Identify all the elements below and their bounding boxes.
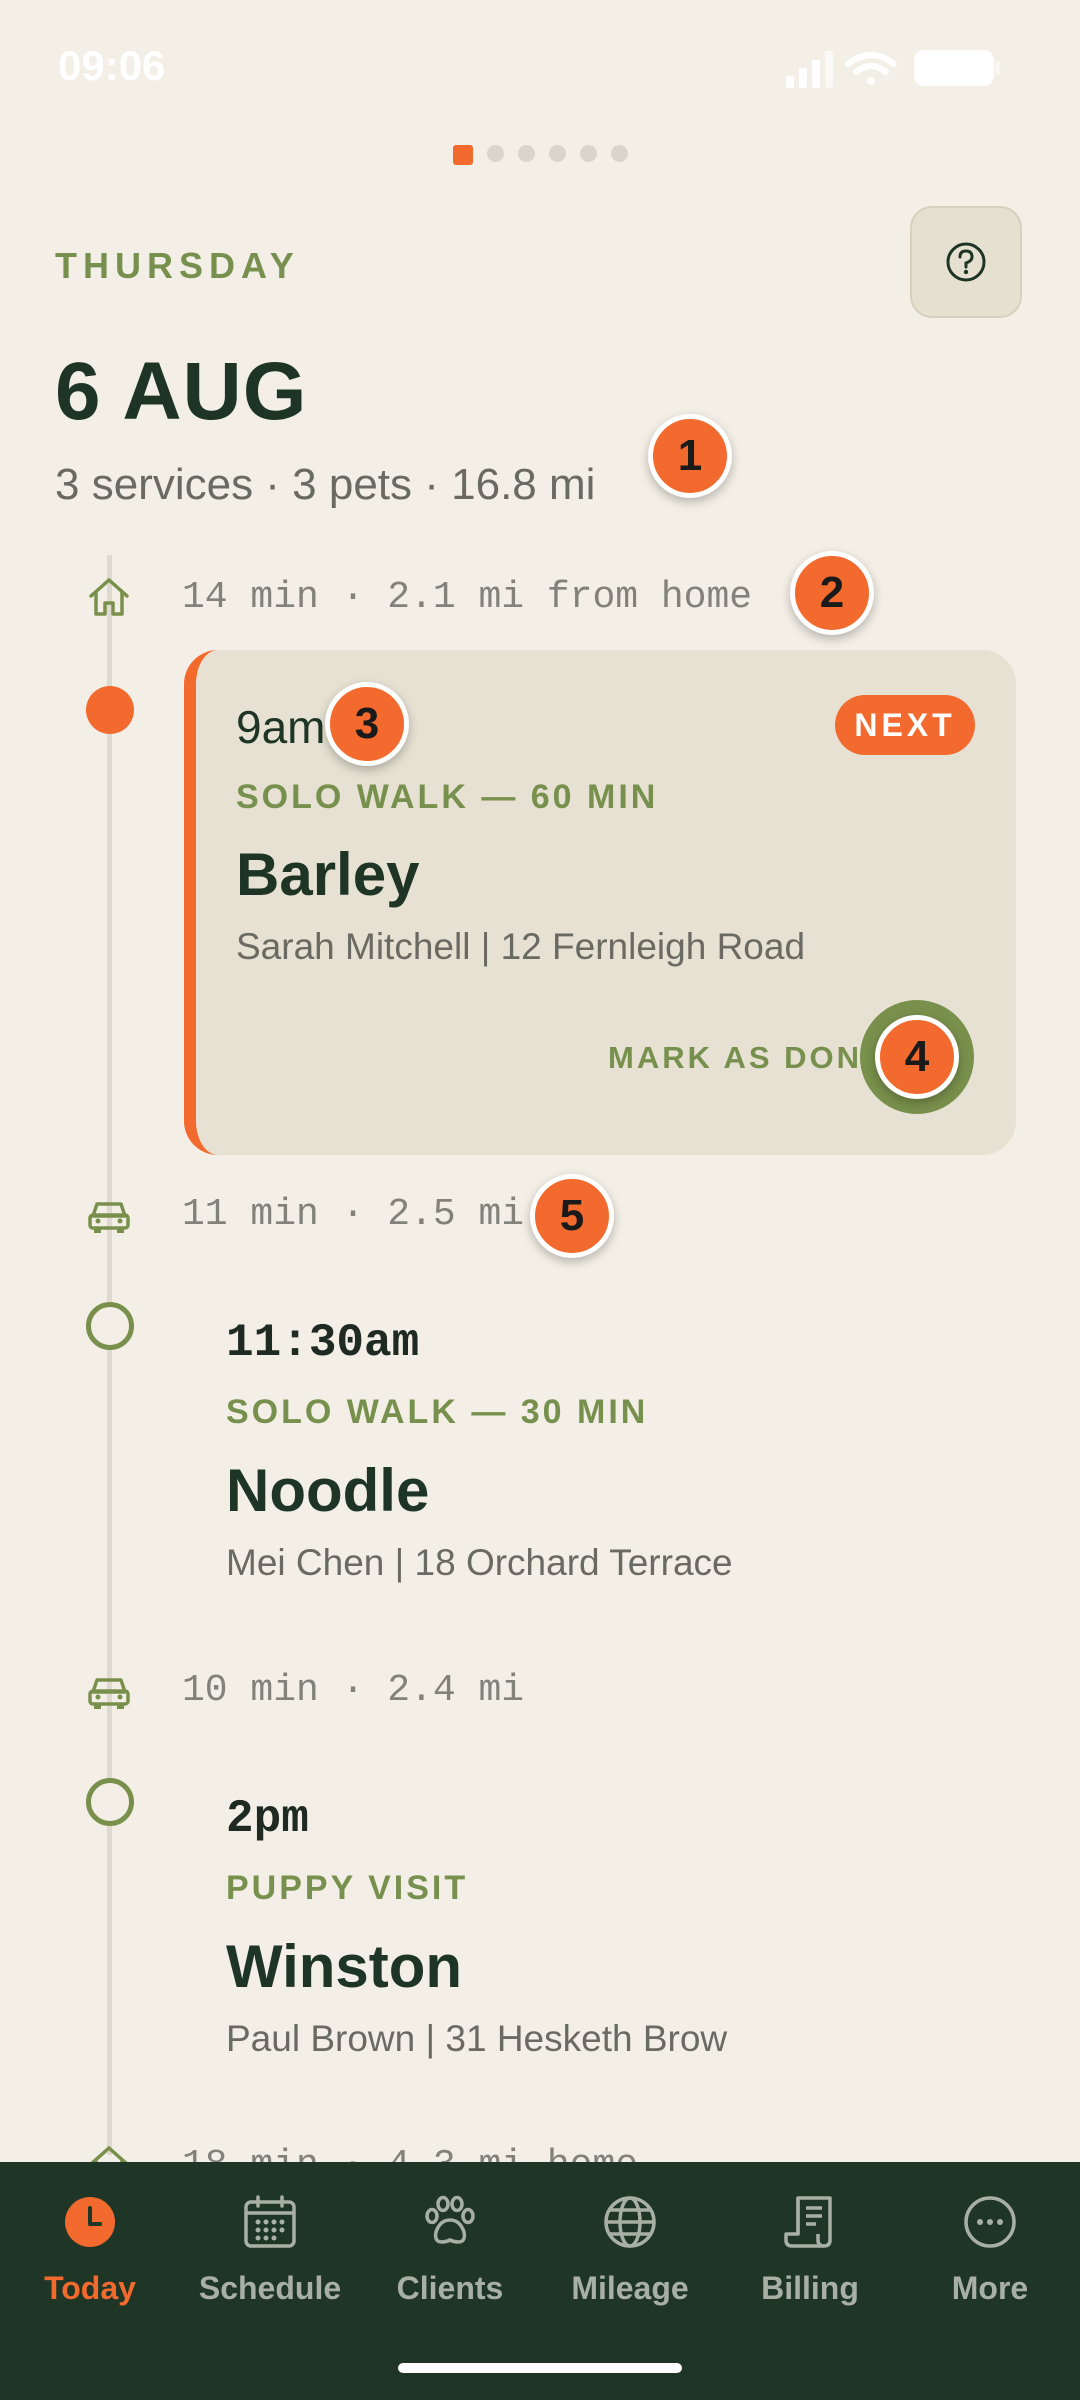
marker-1: 1 [648,414,732,498]
signal-icon [786,51,833,88]
service-label: SOLO WALK — 60 MIN [236,778,659,816]
pet-name: Barley [236,841,420,908]
appointment-time: 2pm [226,1793,309,1845]
timeline-node [86,1302,134,1350]
marker-4[interactable]: 4 [875,1015,959,1099]
help-button[interactable] [910,206,1022,318]
battery-icon [914,50,1000,86]
wifi-icon [845,52,897,85]
nav-item-billing[interactable]: Billing [720,2190,900,2307]
client-address: Mei Chen | 18 Orchard Terrace [226,1542,733,1583]
nav-label: More [951,2270,1029,2306]
paw-icon [425,2195,475,2244]
globe-icon [604,2196,656,2248]
service-label: PUPPY VISIT [226,1869,469,1907]
page-title-date: 6 AUG [55,346,308,437]
page-dot-active[interactable] [452,145,473,165]
nav-item-clients[interactable]: Clients [360,2190,540,2307]
car-icon [88,1202,130,1233]
service-label: SOLO WALK — 30 MIN [226,1393,649,1431]
travel-info-from-home: 14 min · 2.1 mi from home [182,576,753,619]
page-dot[interactable] [548,145,566,162]
nav-item-schedule[interactable]: Schedule [180,2190,360,2307]
client-address: Sarah Mitchell | 12 Fernleigh Road [236,926,806,967]
marker-3: 3 [325,682,409,766]
calendar-icon [244,2195,296,2248]
status-time: 09:06 [58,42,166,89]
nav-label: Billing [761,2270,859,2306]
marker-5: 5 [530,1174,614,1258]
nav-item-more[interactable]: More [900,2190,1080,2307]
page-dot[interactable] [579,145,597,162]
pet-name[interactable]: Noodle [226,1456,429,1525]
appointment-time: 11:30am [226,1317,420,1369]
nav-label: Clients [396,2270,504,2306]
travel-info: 11 min · 2.5 mi [182,1193,525,1236]
page-dot[interactable] [517,145,535,162]
home-indicator[interactable] [398,2363,682,2373]
timeline-line [107,555,112,2155]
nav-label: Mileage [571,2270,689,2306]
marker-2: 2 [790,551,874,635]
client-address: Paul Brown | 31 Hesketh Brow [226,2018,728,2059]
nav-label: Schedule [198,2270,342,2306]
nav-item-mileage[interactable]: Mileage [540,2190,720,2307]
home-icon [89,578,129,616]
page-indicator [0,145,1080,165]
status-icons [786,50,1000,88]
timeline-node [86,1778,134,1826]
day-summary: 3 services · 3 pets · 16.8 mi [55,460,596,509]
travel-info: 10 min · 2.4 mi [182,1669,525,1712]
mark-as-done-label[interactable]: MARK AS DONE [608,1040,886,1076]
pet-name[interactable]: Winston [226,1932,462,2001]
clock-icon [65,2197,115,2247]
appointment-time: 9am [236,701,326,753]
nav-item-today[interactable]: Today [0,2190,180,2307]
weekday-label: THURSDAY [55,245,300,286]
page-dot[interactable] [610,145,628,162]
car-icon [88,1678,130,1709]
question-icon [946,242,986,282]
timeline-node-current [86,686,134,734]
nav-label: Today [44,2270,136,2306]
page-dot[interactable] [486,145,504,162]
more-icon [964,2196,1016,2248]
next-badge: NEXT [835,695,975,755]
receipt-icon [784,2196,832,2248]
